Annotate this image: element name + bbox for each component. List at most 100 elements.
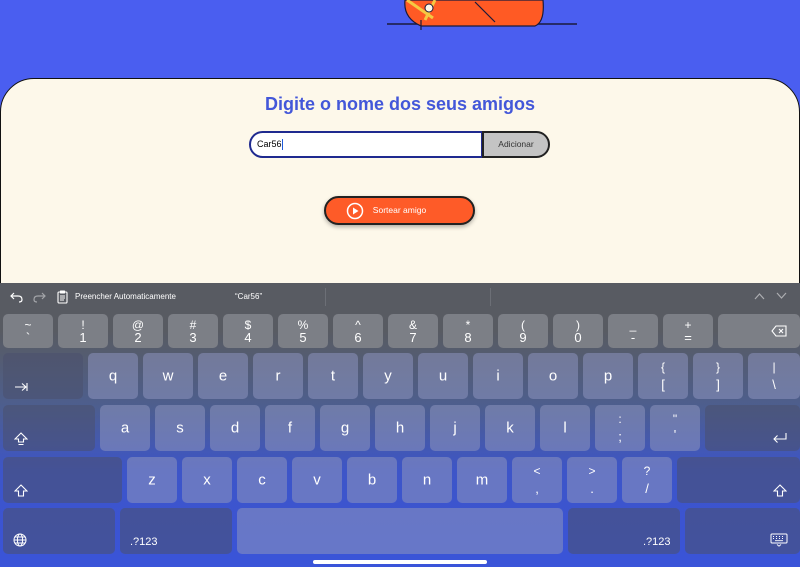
delete-key[interactable] [718,314,800,348]
key-v[interactable]: v [292,457,342,503]
key-label: j [453,419,457,437]
key-f[interactable]: f [265,405,315,451]
key-label: k [506,419,514,437]
key-shift-label: | [772,360,776,374]
return-key[interactable] [705,405,800,451]
shift-icon [14,484,28,497]
chevron-down-icon[interactable] [776,292,787,300]
key-label: n [422,471,432,489]
key-label: s [176,419,184,437]
key-bracket-open[interactable]: {[ [638,353,688,399]
key-slash[interactable]: ? / [622,457,672,503]
key[interactable]: @2 [113,314,163,348]
key-d[interactable]: d [210,405,260,451]
return-icon [773,433,787,443]
key-comma[interactable]: <, [512,457,562,503]
key-w[interactable]: w [143,353,193,399]
key-k[interactable]: k [485,405,535,451]
friend-name-value: Car56 [257,139,282,149]
key-quote[interactable]: " ' [650,405,700,451]
numbers-key-left[interactable]: .?123 [120,508,232,554]
key[interactable]: $4 [223,314,273,348]
key[interactable]: ) 0 [553,314,603,348]
key[interactable]: % 5 [278,314,328,348]
key-label: 2 [134,330,142,345]
key-label: c [258,471,266,489]
page-title: Digite o nome dos seus amigos [264,94,536,114]
key-o[interactable]: o [528,353,578,399]
key-s[interactable]: s [155,405,205,451]
key-label: 3 [189,330,197,345]
key[interactable]: _ - [608,314,658,348]
shift-key-left[interactable] [3,457,122,503]
key-h[interactable]: h [375,405,425,451]
key-u[interactable]: u [418,353,468,399]
key-semicolon[interactable]: :; [595,405,645,451]
numbers-key-label: .?123 [643,536,671,548]
key[interactable]: ! 1 [58,314,108,348]
clipboard-icon [57,290,68,304]
draw-friend-label: Sortear amigo [372,205,427,215]
key-label: 6 [354,330,362,345]
numbers-key-label: .?123 [130,536,158,548]
tab-key[interactable] [3,353,83,399]
caps-lock-key[interactable] [3,405,95,451]
add-button[interactable]: Adicionar [482,131,550,158]
key[interactable]: #3 [168,314,218,348]
key[interactable]: + = [663,314,713,348]
key-label: ' [673,427,677,442]
undo-icon[interactable] [10,291,23,303]
key-label: p [603,367,613,385]
keyboard-dismiss-key[interactable] [685,508,800,554]
space-key[interactable] [237,508,563,554]
key-a[interactable]: a [100,405,150,451]
key-m[interactable]: m [457,457,507,503]
key-bracket-close[interactable]: }] [693,353,743,399]
numbers-key-right[interactable]: .?123 [568,508,680,554]
key-p[interactable]: p [583,353,633,399]
key-period[interactable]: >. [567,457,617,503]
globe-key[interactable] [3,508,115,554]
key-c[interactable]: c [237,457,287,503]
friend-name-input[interactable]: Car56 [249,131,483,158]
home-indicator[interactable] [313,560,487,564]
key-label: 4 [244,330,252,345]
key-j[interactable]: j [430,405,480,451]
key-x[interactable]: x [182,457,232,503]
chevron-up-icon[interactable] [754,292,765,300]
key[interactable]: ~ ` [3,314,53,348]
key[interactable]: ^ 6 [333,314,383,348]
key[interactable]: & 7 [388,314,438,348]
text-cursor [281,139,283,151]
shift-key-right[interactable] [677,457,800,503]
key-shift-label: } [715,360,720,374]
draw-friend-button[interactable]: Sortear amigo [324,196,475,225]
key-t[interactable]: t [308,353,358,399]
key-b[interactable]: b [347,457,397,503]
keyboard-shortcut-bar: Preencher Automaticamente “Car56” [0,283,800,311]
key-g[interactable]: g [320,405,370,451]
key-label: ] [716,377,720,392]
autofill-button[interactable]: Preencher Automaticamente [75,292,176,301]
key-backslash[interactable]: | \ [748,353,800,399]
key-shift-label: " [672,412,678,426]
key-l[interactable]: l [540,405,590,451]
key[interactable]: (9 [498,314,548,348]
key-e[interactable]: e [198,353,248,399]
key-y[interactable]: y [363,353,413,399]
key-q[interactable]: q [88,353,138,399]
key-label: h [395,419,405,437]
key-r[interactable]: r [253,353,303,399]
key-label: . [590,481,594,496]
key[interactable]: * 8 [443,314,493,348]
suggestion-item[interactable]: “Car56” [235,292,262,301]
key-label: 1 [79,330,87,345]
key-i[interactable]: i [473,353,523,399]
key-shift-label: ? [643,464,651,478]
key-shift-label: { [660,360,665,374]
redo-icon[interactable] [33,291,46,303]
key-label: [ [661,377,665,392]
key-n[interactable]: n [402,457,452,503]
key-label: f [287,419,293,437]
key-z[interactable]: z [127,457,177,503]
